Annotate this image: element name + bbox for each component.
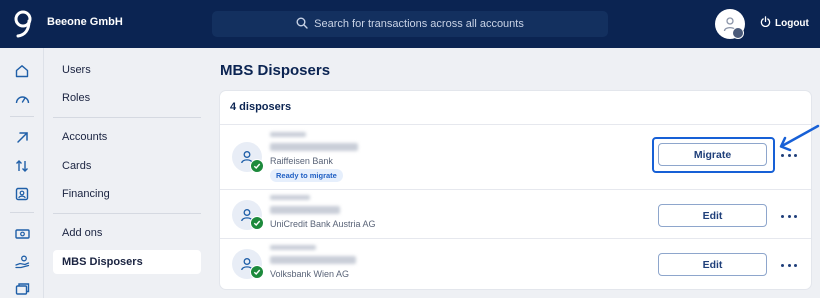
more-options-icon[interactable] <box>781 260 797 270</box>
nav-item-add-ons[interactable]: Add ons <box>53 221 201 245</box>
logo-icon[interactable] <box>12 10 34 38</box>
annotation-arrow-icon <box>776 124 820 154</box>
search-icon <box>296 17 314 32</box>
id-card-icon[interactable] <box>13 185 31 203</box>
check-icon <box>250 265 264 279</box>
bank-name: Volksbank Wien AG <box>270 269 350 279</box>
nav-item-cards[interactable]: Cards <box>53 154 201 178</box>
hand-coins-icon[interactable] <box>13 253 31 271</box>
redacted-name <box>270 256 356 264</box>
edit-button[interactable]: Edit <box>658 204 767 227</box>
company-name: Beeone GmbH <box>47 16 123 28</box>
redacted-id <box>270 132 306 137</box>
search-input[interactable]: Search for transactions across all accou… <box>212 11 608 37</box>
disposer-row: Volksbank Wien AG Edit <box>220 239 811 287</box>
bank-name: Raiffeisen Bank <box>270 156 333 166</box>
status-badge: Ready to migrate <box>270 169 343 182</box>
power-icon <box>760 16 775 30</box>
nav-item-users[interactable]: Users <box>53 58 201 82</box>
top-bar: Beeone GmbH Search for transactions acro… <box>0 0 820 48</box>
search-placeholder: Search for transactions across all accou… <box>314 18 524 30</box>
more-options-icon[interactable] <box>781 211 797 221</box>
nav-item-mbs-disposers[interactable]: MBS Disposers <box>53 250 201 274</box>
redacted-name <box>270 206 340 214</box>
bank-name: UniCredit Bank Austria AG <box>270 219 376 229</box>
transfer-arrows-icon[interactable] <box>13 157 31 175</box>
nav-item-financing[interactable]: Financing <box>53 182 201 206</box>
gauge-icon[interactable] <box>13 90 31 108</box>
logout-button[interactable]: Logout <box>760 16 809 30</box>
home-icon[interactable] <box>13 62 31 80</box>
side-navigation: Users Roles Accounts Cards Financing Add… <box>44 48 210 298</box>
disposer-row: UniCredit Bank Austria AG Edit <box>220 190 811 238</box>
check-icon <box>250 216 264 230</box>
migrate-button[interactable]: Migrate <box>658 143 767 166</box>
cards-stack-icon[interactable] <box>13 280 31 298</box>
edit-button[interactable]: Edit <box>658 253 767 276</box>
arrow-up-right-icon[interactable] <box>13 128 31 146</box>
settings-badge-icon[interactable] <box>732 27 744 39</box>
disposers-card: 4 disposers Raiffeisen Bank Ready to mig… <box>220 91 811 289</box>
redacted-name <box>270 143 358 151</box>
nav-item-roles[interactable]: Roles <box>53 86 201 110</box>
disposer-row: Raiffeisen Bank Ready to migrate Migrate <box>220 125 811 189</box>
nav-item-accounts[interactable]: Accounts <box>53 125 201 149</box>
logout-label: Logout <box>775 17 809 29</box>
redacted-id <box>270 195 310 200</box>
banknote-icon[interactable] <box>13 225 31 243</box>
icon-rail <box>0 48 44 298</box>
page-title: MBS Disposers <box>220 62 331 79</box>
check-icon <box>250 159 264 173</box>
disposers-count: 4 disposers <box>230 101 292 113</box>
redacted-id <box>270 245 316 250</box>
